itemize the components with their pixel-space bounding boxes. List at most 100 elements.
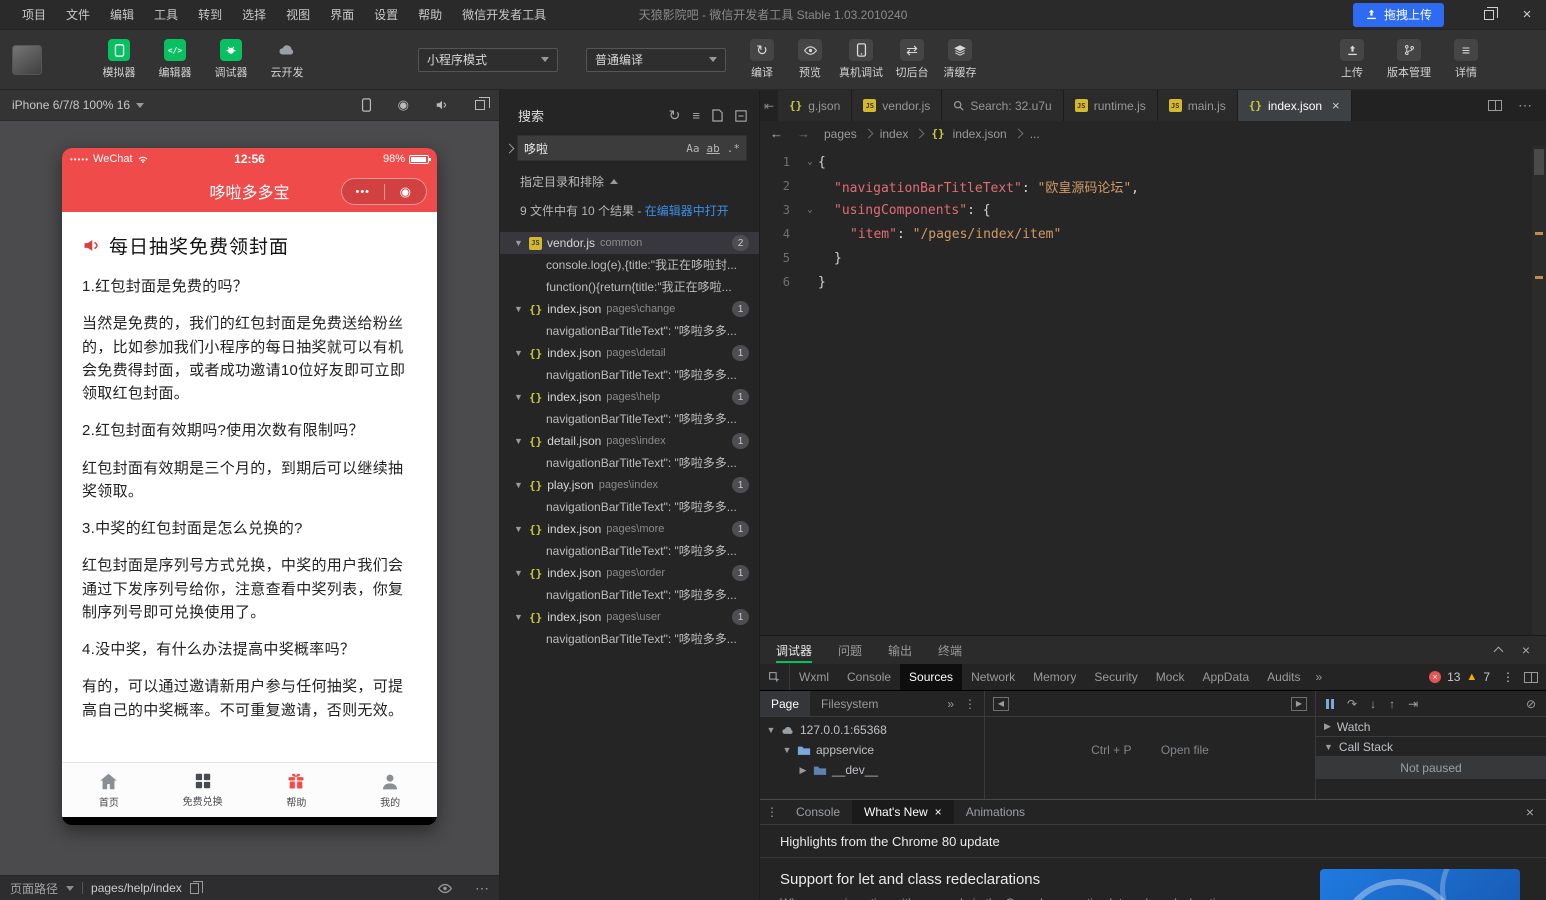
error-count[interactable]: 13 — [1447, 670, 1460, 684]
open-in-editor-icon[interactable] — [712, 109, 723, 122]
close-tab-icon[interactable]: × — [935, 805, 942, 819]
collapse-sidebar-icon[interactable]: ⇤ — [760, 90, 778, 121]
editor-tab[interactable]: JS vendor.js — [852, 90, 942, 121]
search-dir-toggle[interactable]: 指定目录和排除 — [500, 161, 759, 192]
open-in-editor-link[interactable]: 在编辑器中打开 — [645, 204, 729, 218]
collapse-results-icon[interactable] — [735, 110, 747, 122]
refresh-search-icon[interactable]: ↻ — [669, 107, 681, 124]
compile-mode-select[interactable]: 普通编译 — [586, 48, 726, 72]
search-match[interactable]: navigationBarTitleText": "哆啦多多... — [500, 320, 759, 342]
menu-item-settings[interactable]: 设置 — [364, 0, 408, 30]
collapse-panel-icon[interactable] — [1493, 647, 1503, 657]
inspect-element-icon[interactable] — [760, 664, 790, 690]
drag-upload-button[interactable]: 拖拽上传 — [1353, 3, 1444, 27]
menu-item-interface[interactable]: 界面 — [320, 0, 364, 30]
split-editor-icon[interactable] — [1488, 100, 1502, 111]
search-match[interactable]: navigationBarTitleText": "哆啦多多... — [500, 496, 759, 518]
capsule-menu[interactable]: ••• ◉ — [341, 178, 427, 205]
next-file-icon[interactable]: ▶ — [1291, 697, 1307, 711]
details-button[interactable]: ≡ 详情 — [1444, 39, 1488, 80]
fold-icon[interactable]: ⌄ — [802, 157, 818, 167]
search-match[interactable]: navigationBarTitleText": "哆啦多多... — [500, 364, 759, 386]
menu-item-devtools[interactable]: 微信开发者工具 — [452, 0, 556, 30]
menu-item-project[interactable]: 项目 — [12, 0, 56, 30]
tree-item-folder[interactable]: ▼ appservice — [760, 740, 984, 760]
tree-item-folder[interactable]: ▶ __dev__ — [760, 760, 984, 780]
menu-item-view[interactable]: 视图 — [276, 0, 320, 30]
clear-cache-button[interactable]: 清缓存 — [938, 39, 982, 80]
editor-tab[interactable]: JS main.js — [1158, 90, 1238, 121]
upload-button[interactable]: 上传 — [1330, 39, 1374, 80]
detach-window-button[interactable] — [475, 100, 485, 110]
more-tabs-icon[interactable]: » — [947, 697, 954, 711]
devtools-tab-console[interactable]: Console — [838, 664, 900, 690]
menu-item-edit[interactable]: 编辑 — [100, 0, 144, 30]
search-match[interactable]: function(){return{title:"我正在哆啦... — [500, 276, 759, 298]
search-match[interactable]: navigationBarTitleText": "哆啦多多... — [500, 584, 759, 606]
breadcrumb-item[interactable]: pages — [824, 127, 857, 141]
dock-side-icon[interactable] — [1524, 672, 1538, 683]
devtools-tab-appdata[interactable]: AppData — [1193, 664, 1258, 690]
background-switch-button[interactable]: ⇄ 切后台 — [890, 39, 934, 80]
fold-icon[interactable]: ⌄ — [802, 205, 818, 215]
close-drawer-icon[interactable]: × — [1526, 800, 1546, 824]
preview-button[interactable]: 预览 — [788, 39, 832, 80]
search-match[interactable]: navigationBarTitleText": "哆啦多多... — [500, 540, 759, 562]
search-result-file[interactable]: ▼ {} detail.json pages\index 1 — [500, 430, 759, 452]
search-match[interactable]: navigationBarTitleText": "哆啦多多... — [500, 408, 759, 430]
menu-item-help[interactable]: 帮助 — [408, 0, 452, 30]
project-avatar[interactable] — [12, 45, 42, 75]
step-out-icon[interactable]: ↑ — [1389, 697, 1395, 711]
tab-free-redeem[interactable]: 免费兑换 — [156, 763, 250, 817]
drawer-tab-console[interactable]: Console — [784, 800, 852, 824]
cloud-dev-button[interactable]: 云开发 — [262, 39, 312, 80]
tab-terminal[interactable]: 终端 — [938, 636, 962, 664]
article-title[interactable]: Support for let and class redeclarations — [780, 871, 1260, 888]
breadcrumb-item[interactable]: ... — [1030, 127, 1040, 141]
search-result-file[interactable]: ▼ {} index.json pages\detail 1 — [500, 342, 759, 364]
tree-item-host[interactable]: ▼ 127.0.0.1:65368 — [760, 720, 984, 740]
breadcrumb-item[interactable]: index.json — [953, 127, 1007, 141]
tab-output[interactable]: 输出 — [888, 636, 912, 664]
record-screen-button[interactable]: ◉ — [398, 97, 409, 113]
step-over-icon[interactable]: ↷ — [1347, 697, 1357, 711]
tab-help[interactable]: 帮助 — [250, 763, 344, 817]
search-input[interactable] — [524, 141, 679, 155]
editor-tab-search[interactable]: Search: 32.u7u — [942, 90, 1063, 121]
more-actions-icon[interactable]: ⋯ — [475, 880, 489, 897]
devtools-tab-wxml[interactable]: Wxml — [790, 664, 838, 690]
mute-button[interactable] — [435, 99, 449, 111]
editor-scrollbar[interactable] — [1532, 146, 1546, 635]
search-match[interactable]: navigationBarTitleText": "哆啦多多... — [500, 628, 759, 650]
regex-toggle[interactable]: .* — [727, 142, 740, 155]
navigator-tab-filesystem[interactable]: Filesystem — [810, 691, 889, 716]
search-result-file[interactable]: ▼ {} index.json pages\help 1 — [500, 386, 759, 408]
search-result-file[interactable]: ▼ {} play.json pages\index 1 — [500, 474, 759, 496]
navigator-tab-page[interactable]: Page — [760, 691, 810, 716]
clear-search-icon[interactable]: ≡ — [692, 108, 700, 123]
close-tab-icon[interactable]: × — [1332, 98, 1340, 113]
window-close-button[interactable]: × — [1508, 0, 1546, 30]
prev-file-icon[interactable]: ◀ — [993, 697, 1009, 711]
forward-icon[interactable]: → — [797, 126, 810, 141]
article-thumbnail[interactable] — [1320, 869, 1520, 900]
more-actions-icon[interactable]: ⋯ — [1518, 97, 1532, 114]
drawer-tab-animations[interactable]: Animations — [954, 800, 1037, 824]
devtools-tab-security[interactable]: Security — [1085, 664, 1146, 690]
watch-section-header[interactable]: ▶ Watch — [1316, 717, 1546, 737]
devtools-tab-memory[interactable]: Memory — [1024, 664, 1085, 690]
devtools-tab-sources[interactable]: Sources — [900, 664, 962, 690]
menu-item-file[interactable]: 文件 — [56, 0, 100, 30]
search-result-file[interactable]: ▼ {} index.json pages\user 1 — [500, 606, 759, 628]
deactivate-breakpoints-icon[interactable]: ⊘ — [1526, 697, 1536, 711]
menu-item-select[interactable]: 选择 — [232, 0, 276, 30]
toggle-editor-button[interactable]: </> 编辑器 — [150, 39, 200, 80]
search-result-file[interactable]: ▼ {} index.json pages\order 1 — [500, 562, 759, 584]
callstack-section-header[interactable]: ▼ Call Stack — [1316, 737, 1546, 757]
breadcrumb-item[interactable]: index — [880, 127, 909, 141]
copy-path-icon[interactable] — [190, 883, 199, 894]
device-selector[interactable]: iPhone 6/7/8 100% 16 — [12, 98, 144, 112]
pause-script-icon[interactable] — [1326, 699, 1334, 709]
editor-tab[interactable]: {} g.json — [778, 90, 852, 121]
back-icon[interactable]: ← — [770, 126, 783, 141]
